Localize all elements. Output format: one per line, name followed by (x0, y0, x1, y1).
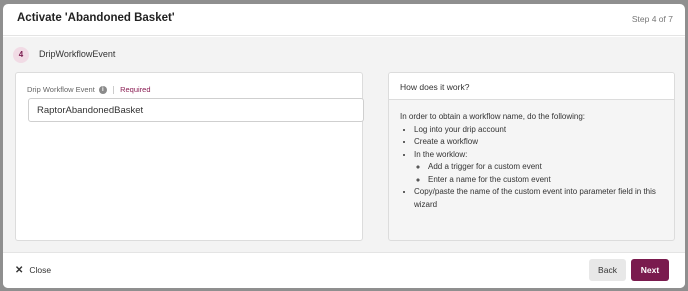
help-sublist: Add a trigger for a custom event Enter a… (414, 161, 670, 186)
step-number-badge: 4 (13, 47, 29, 63)
help-list-item: Create a workflow (414, 136, 670, 149)
label-divider (112, 86, 114, 95)
close-label: Close (29, 265, 52, 275)
modal-header: Activate 'Abandoned Basket' Step 4 of 7 (3, 4, 685, 36)
required-label: Required (120, 85, 151, 94)
help-list-item: Copy/paste the name of the custom event … (414, 186, 670, 211)
help-title: How does it work? (400, 82, 470, 92)
help-list: Log into your drip account Create a work… (400, 124, 670, 212)
help-panel: How does it work? In order to obtain a w… (388, 72, 675, 241)
modal-title: Activate 'Abandoned Basket' (17, 12, 175, 24)
field-label-row: Drip Workflow Event i Required (27, 85, 151, 95)
form-panel: Drip Workflow Event i Required (15, 72, 364, 241)
info-icon[interactable]: i (98, 86, 107, 95)
activation-modal: Activate 'Abandoned Basket' Step 4 of 7 … (3, 4, 685, 288)
back-button[interactable]: Back (589, 259, 626, 281)
help-header: How does it work? (389, 73, 674, 100)
help-intro: In order to obtain a workflow name, do t… (400, 112, 585, 121)
step-indicator: Step 4 of 7 (631, 14, 673, 24)
next-button[interactable]: Next (631, 259, 669, 281)
close-button[interactable]: ✕ Close (15, 265, 51, 276)
field-label: Drip Workflow Event (27, 85, 95, 94)
help-body: In order to obtain a workflow name, do t… (400, 111, 670, 211)
modal-footer: ✕ Close Back Next (3, 252, 685, 288)
close-icon: ✕ (15, 265, 24, 276)
help-list-item-text: In the worklow: (414, 149, 468, 159)
help-list-item: In the worklow: Add a trigger for a cust… (414, 149, 670, 187)
help-sublist-item: Add a trigger for a custom event (428, 161, 670, 174)
step-name: DripWorkflowEvent (39, 49, 116, 59)
drip-workflow-event-input[interactable] (28, 98, 364, 122)
help-sublist-item: Enter a name for the custom event (428, 174, 670, 187)
help-list-item: Log into your drip account (414, 124, 670, 137)
modal-body: 4 DripWorkflowEvent Drip Workflow Event … (3, 37, 685, 252)
